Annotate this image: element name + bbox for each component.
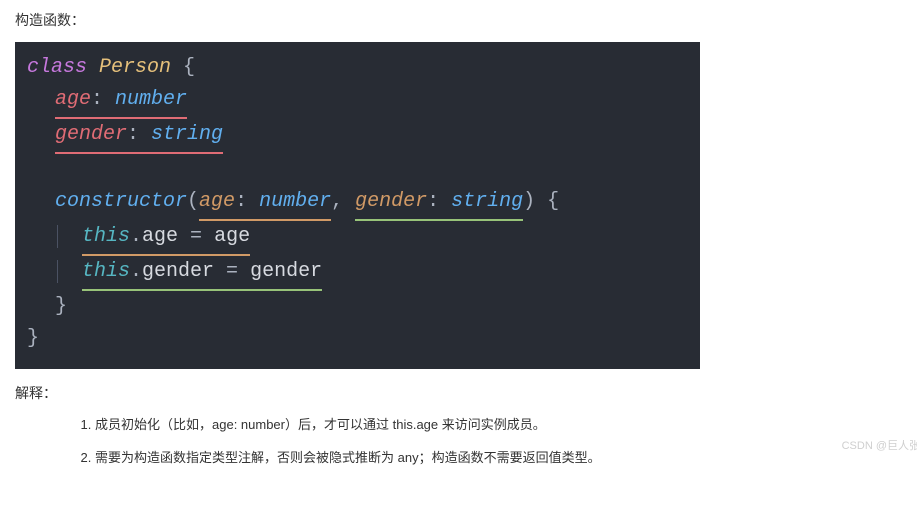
type-string: string [151, 123, 223, 146]
code-line-1: class Person { [27, 52, 688, 84]
watermark: CSDN @巨人张 [842, 437, 917, 453]
this-keyword: this [82, 225, 130, 248]
prop-gender: gender [55, 123, 127, 146]
code-line-3: gender: string [27, 119, 688, 154]
code-line-this-gender: this.gender = gender [27, 256, 688, 291]
constructor-keyword: constructor [55, 190, 187, 213]
param-gender: gender [355, 190, 427, 213]
class-name: Person [99, 56, 171, 79]
code-blank-line [27, 154, 688, 186]
code-line-close-outer: } [27, 323, 688, 355]
code-block: class Person { age: number gender: strin… [15, 42, 700, 369]
code-line-close-inner: } [27, 291, 688, 323]
section-heading-constructor: 构造函数： [15, 10, 902, 30]
section-heading-explain: 解释： [15, 383, 902, 403]
type-number: number [115, 88, 187, 111]
list-item: 成员初始化（比如，age: number）后，才可以通过 this.age 来访… [95, 415, 917, 436]
prop-age: age [55, 88, 91, 111]
code-line-2: age: number [27, 84, 688, 119]
param-age: age [199, 190, 235, 213]
code-line-constructor: constructor(age: number, gender: string)… [27, 186, 688, 221]
keyword-class: class [27, 56, 87, 79]
list-item: 需要为构造函数指定类型注解，否则会被隐式推断为 any；构造函数不需要返回值类型… [95, 448, 917, 469]
explain-list: 成员初始化（比如，age: number）后，才可以通过 this.age 来访… [15, 415, 917, 469]
code-line-this-age: this.age = age [27, 221, 688, 256]
open-brace: { [171, 56, 195, 79]
